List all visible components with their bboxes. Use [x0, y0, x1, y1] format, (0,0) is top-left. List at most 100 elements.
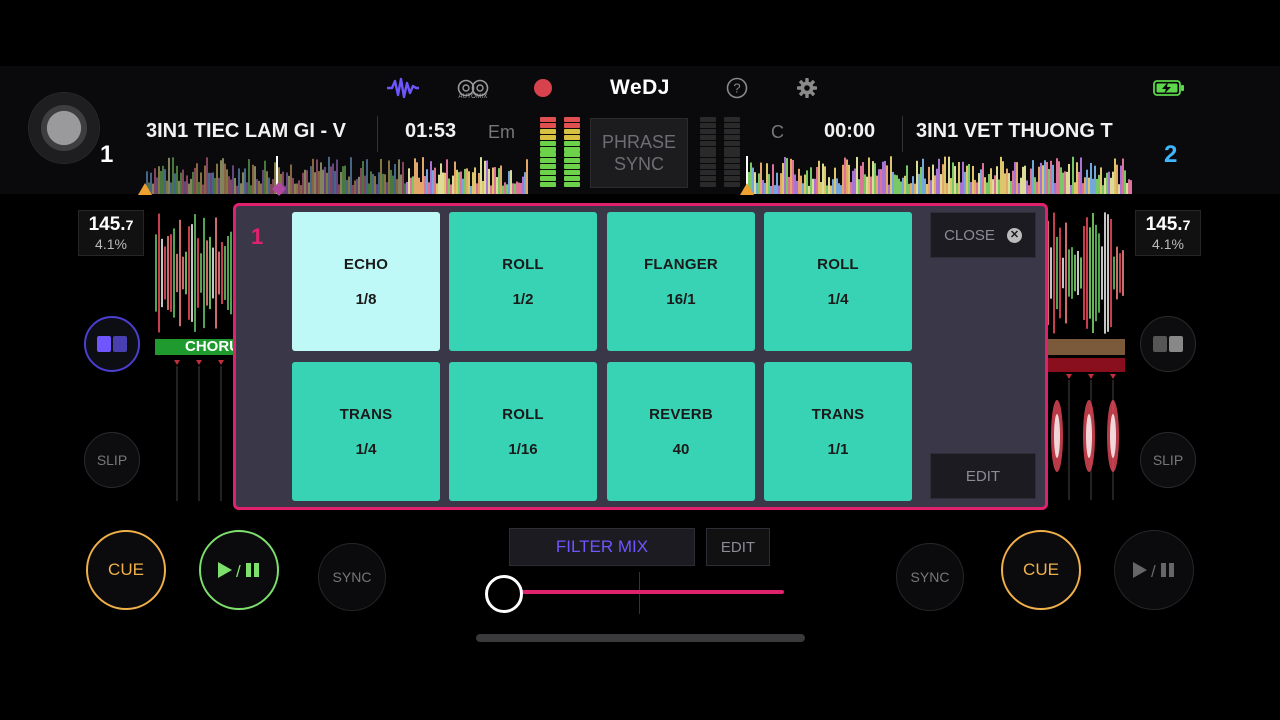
gear-icon[interactable] [795, 74, 819, 102]
waveform-bar [464, 168, 466, 194]
meter-segment [564, 140, 580, 146]
deck1-zoom-waveform[interactable] [155, 212, 235, 334]
app-logo: WeDJ [610, 76, 670, 99]
waveform-bar [185, 251, 187, 295]
waveform-bar [1048, 169, 1050, 194]
waveform-bar [808, 185, 810, 194]
meter-segment [540, 152, 556, 158]
waveform-bar [1083, 225, 1085, 321]
deck2-slip-button[interactable]: SLIP [1140, 432, 1196, 488]
beat-marker [1066, 374, 1072, 379]
fx-pad-trans[interactable]: TRANS 1/1 [764, 362, 912, 501]
waveform-bar [162, 165, 164, 194]
deck1-pad-mode-button[interactable] [84, 316, 140, 372]
deck2-track-title[interactable]: 3IN1 VET THUONG T [916, 120, 1132, 143]
meter-segment [700, 134, 716, 140]
waveform-bar [820, 181, 822, 194]
waveform-bar [954, 166, 956, 194]
waveform-bar [416, 162, 418, 194]
deck2-cue-button[interactable]: CUE [1001, 530, 1081, 610]
waveform-bar [838, 183, 840, 194]
waveform-bar [960, 182, 962, 194]
help-icon[interactable]: ? [725, 74, 749, 102]
waveform-bar [1128, 179, 1130, 194]
filter-mix-button[interactable]: FILTER MIX [509, 528, 695, 566]
fx-pad-roll[interactable]: ROLL 1/4 [764, 212, 912, 351]
phrase-sync-button[interactable]: PHRASE SYNC [590, 118, 688, 188]
fx-pad-flanger[interactable]: FLANGER 16/1 [607, 212, 755, 351]
waveform-bar [1108, 171, 1110, 194]
fx-pad-trans[interactable]: TRANS 1/4 [292, 362, 440, 501]
waveform-bar [1084, 177, 1086, 194]
crossfader-knob[interactable] [485, 575, 523, 613]
waveform-bar [1119, 253, 1121, 293]
waveform-bar [968, 164, 970, 194]
deck1-sync-button[interactable]: SYNC [318, 543, 386, 611]
waveform-bar [514, 183, 516, 194]
waveform-icon[interactable] [386, 74, 420, 102]
waveform-bar [794, 174, 796, 194]
waveform-bar [1054, 183, 1056, 194]
waveform-bar [798, 168, 800, 194]
waveform-bar [504, 182, 506, 194]
waveform-bar [812, 178, 814, 194]
deck2-play-pause-button[interactable]: / [1114, 530, 1194, 610]
record-icon[interactable] [532, 74, 554, 102]
deck2-overview-waveform[interactable] [746, 156, 1132, 194]
waveform-bar [1122, 158, 1124, 194]
crossfader-track[interactable] [504, 590, 784, 594]
deck1-bpm: 145. [88, 214, 126, 235]
waveform-bar [1080, 157, 1082, 194]
waveform-bar [215, 217, 217, 329]
waveform-bar [344, 165, 346, 194]
waveform-bar [1000, 156, 1002, 194]
fx-pad-roll[interactable]: ROLL 1/16 [449, 362, 597, 501]
waveform-bar [478, 173, 480, 194]
waveform-bar [312, 158, 314, 194]
waveform-bar [174, 173, 176, 194]
deck1-slip-button[interactable]: SLIP [84, 432, 140, 488]
phrase-sync-label: PHRASE [601, 132, 677, 152]
waveform-bar [216, 163, 218, 194]
waveform-bar [436, 183, 438, 194]
home-indicator[interactable] [476, 634, 805, 642]
waveform-bar [828, 177, 830, 194]
fx-edit-button[interactable]: EDIT [930, 453, 1036, 499]
deck1-play-pause-button[interactable]: / [199, 530, 279, 610]
waveform-bar [170, 234, 172, 312]
waveform-bar [778, 185, 780, 194]
deck2-time: 00:00 [824, 120, 876, 142]
deck1-cue-button[interactable]: CUE [86, 530, 166, 610]
waveform-bar [758, 173, 760, 194]
deck1-bpm-display[interactable]: 145.7 4.1% [78, 210, 144, 256]
fx-close-button[interactable]: CLOSE ✕ [930, 212, 1036, 258]
waveform-bar [824, 166, 826, 194]
deck2-bpm-display[interactable]: 145.7 4.1% [1135, 210, 1201, 256]
waveform-bar [460, 171, 462, 194]
waveform-bar [1110, 177, 1112, 194]
waveform-bar [1077, 250, 1079, 296]
deck2-sync-button[interactable]: SYNC [896, 543, 964, 611]
waveform-bar [766, 163, 768, 194]
waveform-bar [1006, 168, 1008, 194]
waveform-bar [192, 171, 194, 194]
waveform-bar [942, 164, 944, 194]
fx-pad-roll[interactable]: ROLL 1/2 [449, 212, 597, 351]
deck1-track-title[interactable]: 3IN1 TIEC LAM GI - V [146, 120, 366, 143]
level-meter-right [700, 117, 716, 187]
deck1-cue-marker [138, 182, 152, 200]
deck1-overview-waveform[interactable] [146, 156, 528, 194]
waveform-bar [152, 183, 154, 194]
deck1-jog-wheel[interactable] [29, 93, 99, 163]
fx-deck-number: 1 [251, 224, 264, 249]
deck2-pad-mode-button[interactable] [1140, 316, 1196, 372]
waveform-bar [258, 180, 260, 194]
fx-pad-echo[interactable]: ECHO 1/8 [292, 212, 440, 351]
beat-marker [1110, 374, 1116, 379]
fx-pad-reverb[interactable]: REVERB 40 [607, 362, 755, 501]
mixer-edit-button[interactable]: EDIT [706, 528, 770, 566]
waveform-bar [1110, 218, 1112, 328]
waveform-bar [1040, 162, 1042, 194]
waveform-bar [872, 161, 874, 194]
deck2-zoom-waveform[interactable] [1047, 212, 1125, 334]
